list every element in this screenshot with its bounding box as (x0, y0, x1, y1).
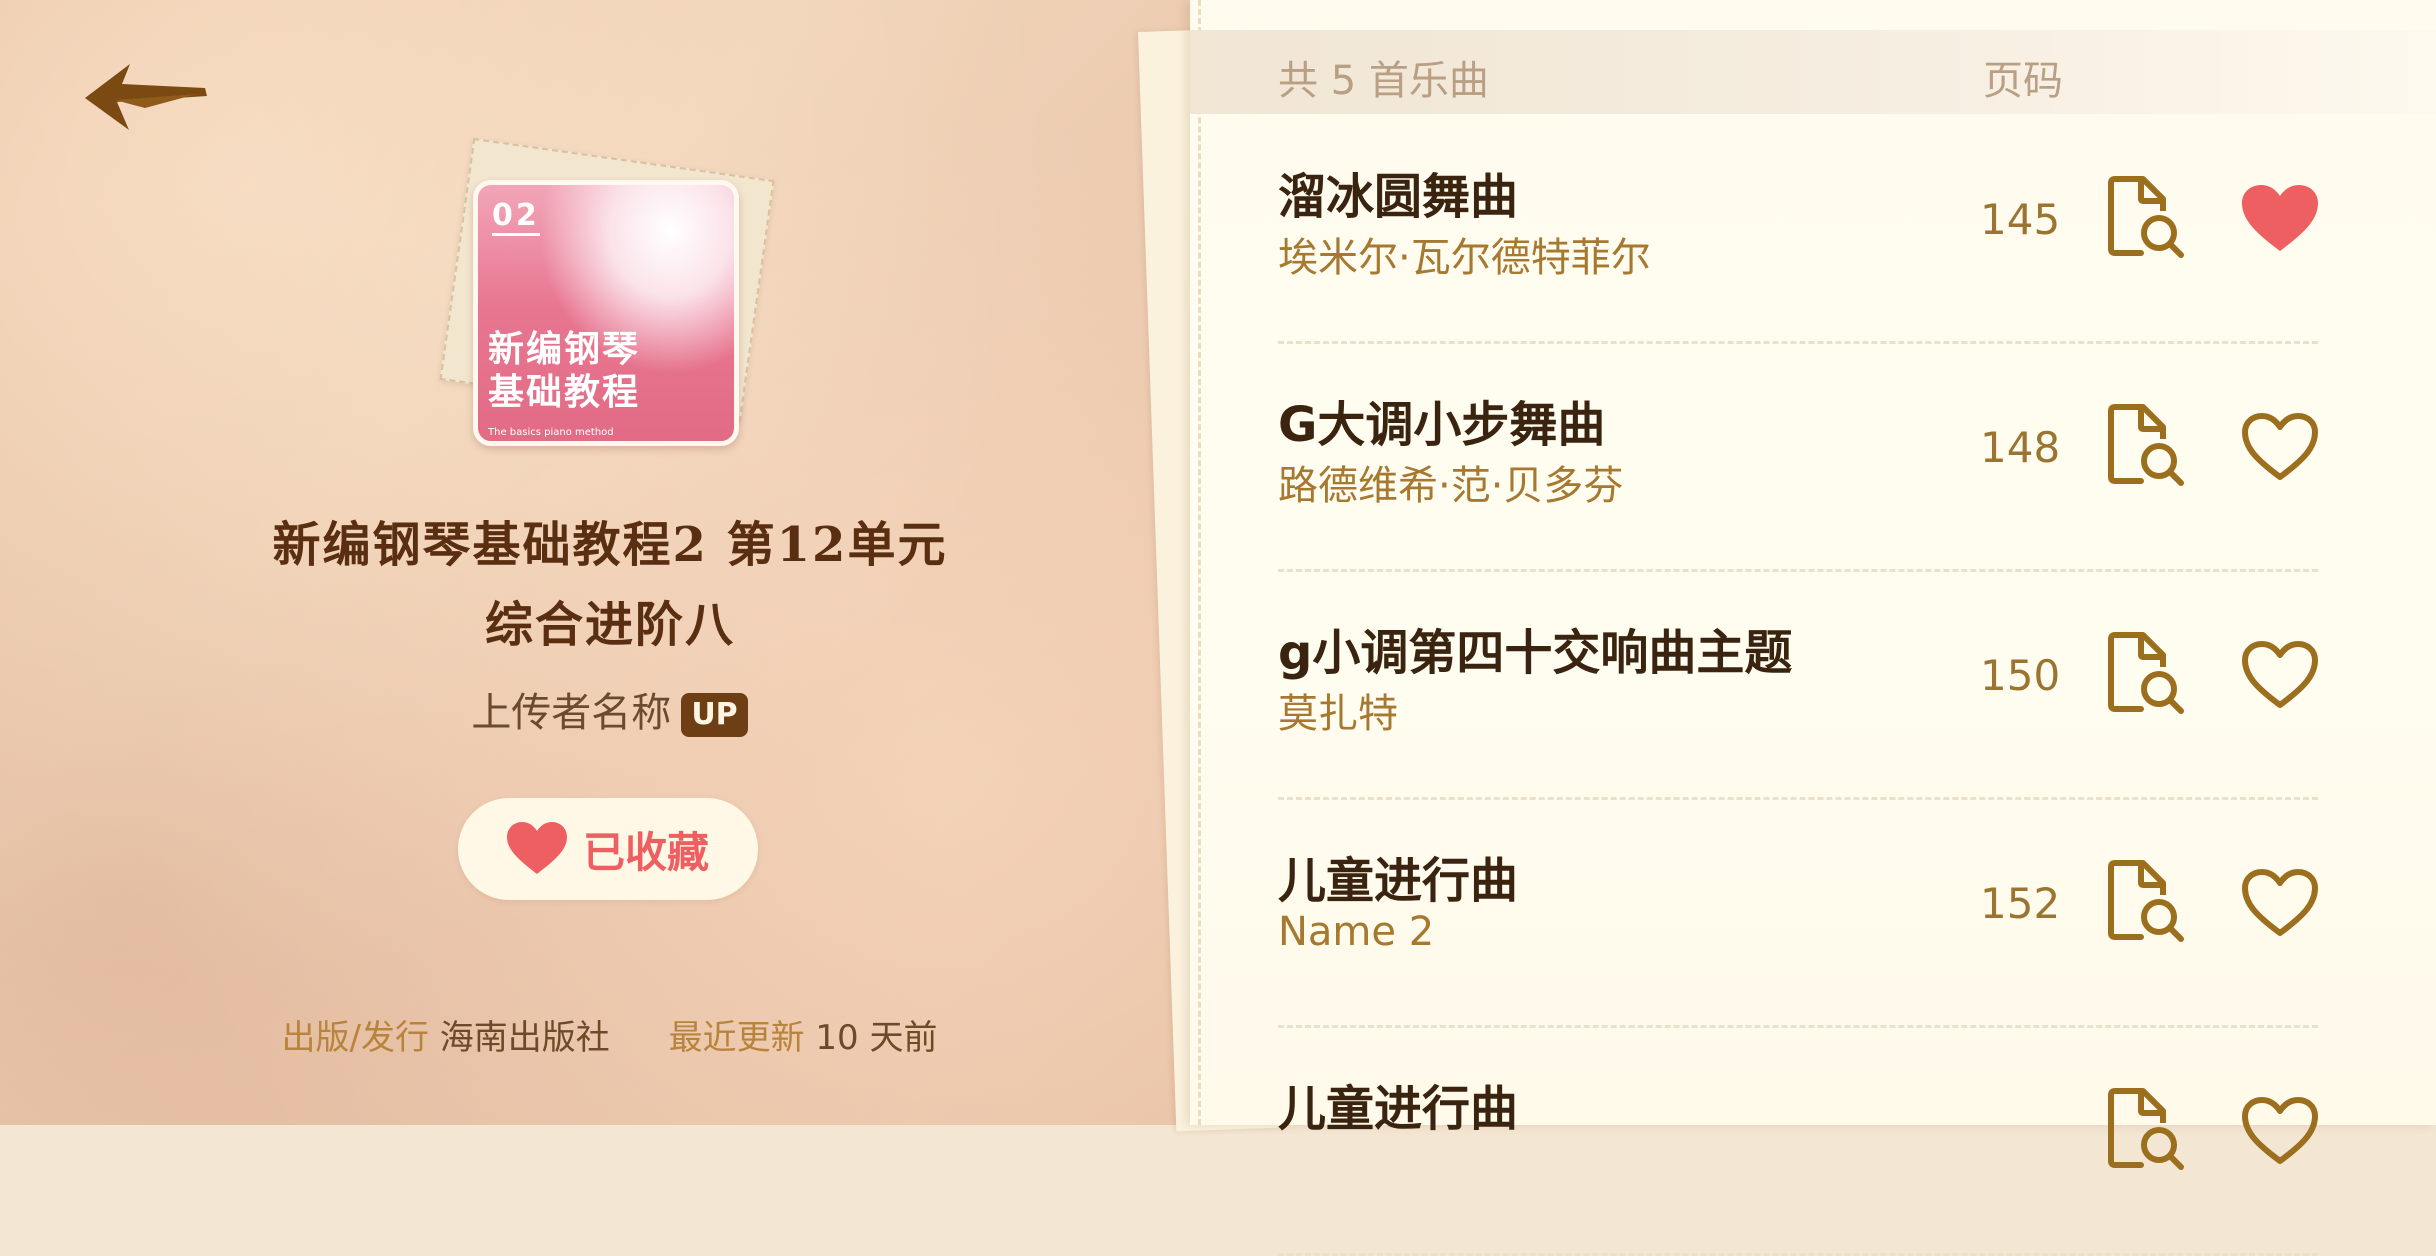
favorite-button-label: 已收藏 (582, 827, 709, 877)
song-row[interactable]: 溜冰圆舞曲埃米尔·瓦尔德特菲尔 145 (1190, 115, 2436, 344)
view-score-button[interactable] (2105, 403, 2185, 487)
song-page-number: 148 (1980, 423, 2061, 472)
song-title: 儿童进行曲 (1278, 853, 1519, 909)
song-row[interactable]: g小调第四十交响曲主题莫扎特 150 (1190, 571, 2436, 800)
heart-outline-icon (2242, 641, 2318, 708)
song-title: 溜冰圆舞曲 (1278, 169, 1519, 225)
song-count-label: 共 5 首乐曲 (1278, 58, 1489, 104)
favorite-button[interactable]: 已收藏 (458, 798, 758, 900)
updated-label: 最近更新 (668, 1018, 805, 1058)
book-title: 新编钢琴基础教程2 第12单元 综合进阶八 (120, 505, 1100, 665)
document-search-icon (2108, 404, 2184, 486)
song-page-number: 145 (1980, 195, 2061, 244)
document-search-icon (2108, 1088, 2184, 1170)
back-button[interactable] (85, 60, 210, 138)
heart-filled-icon (2242, 185, 2318, 251)
song-list-panel[interactable]: 共 5 首乐曲 页码 溜冰圆舞曲埃米尔·瓦尔德特菲尔 145 G大调小步舞曲路德维希… (1190, 0, 2436, 1256)
song-page-number: 150 (1980, 651, 2061, 700)
book-title-line1: 新编钢琴基础教程2 第12单元 (272, 517, 948, 573)
song-favorite-button[interactable] (2240, 183, 2320, 255)
heart-outline-icon (2242, 869, 2318, 936)
album-detail-panel: 02 新编钢琴 基础教程 The basics piano method 新编钢… (0, 0, 1190, 1125)
cover-title-line2: 基础教程 (488, 372, 641, 413)
cover-subtitle: The basics piano method (488, 427, 614, 438)
song-favorite-button[interactable] (2240, 867, 2320, 939)
view-score-button[interactable] (2105, 859, 2185, 943)
book-title-line2: 综合进阶八 (484, 597, 735, 653)
document-search-icon (2108, 176, 2184, 258)
song-list-header: 共 5 首乐曲 页码 (1190, 30, 2436, 114)
page-column-header: 页码 (1983, 58, 2063, 104)
heart-outline-icon (2242, 1097, 2318, 1164)
album-cover-wrapper: 02 新编钢琴 基础教程 The basics piano method (439, 138, 785, 470)
uploader-badge: UP (681, 693, 748, 737)
song-row[interactable]: 儿童进行曲 (1190, 1027, 2436, 1256)
song-composer: Name 2 (1278, 909, 1435, 955)
uploader-info: 上传者名称 UP (0, 680, 1219, 738)
uploader-name: 上传者名称 (471, 690, 672, 736)
song-favorite-button[interactable] (2240, 1095, 2320, 1167)
view-score-button[interactable] (2105, 175, 2185, 259)
song-page-number: 152 (1980, 879, 2061, 928)
view-score-button[interactable] (2105, 631, 2185, 715)
document-search-icon (2108, 632, 2184, 714)
heart-filled-icon (506, 822, 567, 874)
heart-outline-icon (2242, 413, 2318, 480)
song-favorite-button[interactable] (2240, 411, 2320, 483)
song-composer: 莫扎特 (1278, 691, 1398, 737)
song-row[interactable]: 儿童进行曲 Name 2 152 (1190, 799, 2436, 1028)
song-favorite-button[interactable] (2240, 639, 2320, 711)
document-search-icon (2108, 860, 2184, 942)
book-meta-footer: 出版/发行 海南出版社 最近更新 10 天前 (0, 1010, 1219, 1059)
back-arrow-icon (85, 64, 207, 130)
song-composer: 埃米尔·瓦尔德特菲尔 (1278, 235, 1651, 281)
album-cover: 02 新编钢琴 基础教程 The basics piano method (473, 180, 739, 446)
publisher-label: 出版/发行 (281, 1018, 429, 1058)
song-title: G大调小步舞曲 (1278, 397, 1606, 453)
song-title: 儿童进行曲 (1278, 1081, 1519, 1137)
song-composer: 路德维希·范·贝多芬 (1278, 463, 1624, 509)
cover-number: 02 (492, 199, 540, 236)
song-row[interactable]: G大调小步舞曲路德维希·范·贝多芬 148 (1190, 343, 2436, 572)
view-score-button[interactable] (2105, 1087, 2185, 1171)
publisher-value: 海南出版社 (439, 1018, 610, 1058)
updated-value: 10 天前 (815, 1018, 938, 1058)
song-title: g小调第四十交响曲主题 (1278, 625, 1793, 681)
